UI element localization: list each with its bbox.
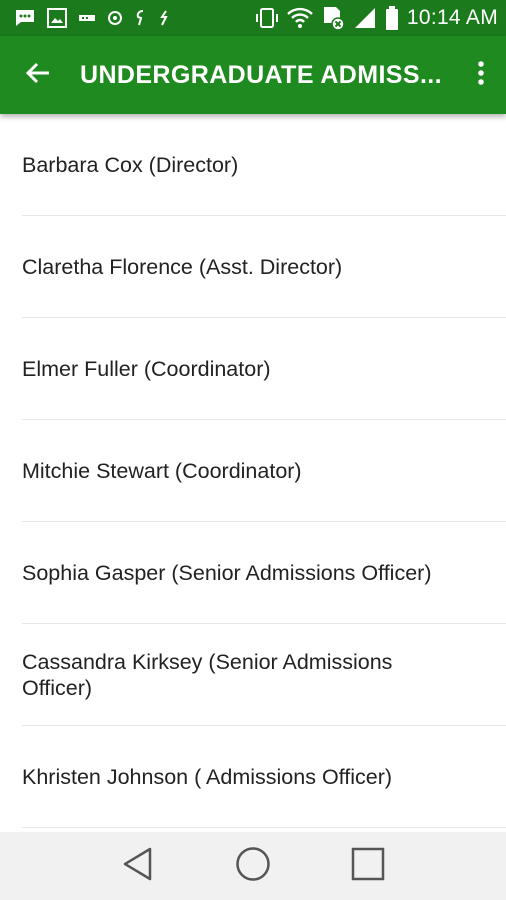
list-item-label: Claretha Florence (Asst. Director): [22, 255, 343, 279]
list-item-label: Sophia Gasper (Senior Admissions Officer…: [22, 561, 432, 585]
status-bar-system: 10:14 AM: [247, 5, 498, 31]
status-bar: 10:14 AM: [0, 0, 506, 36]
list-item[interactable]: Claretha Florence (Asst. Director): [0, 216, 506, 318]
nav-home-circle-icon: [235, 846, 271, 887]
notification-icon: [78, 12, 96, 24]
staff-list: Barbara Cox (Director) Claretha Florence…: [0, 114, 506, 832]
message-icon: [14, 8, 36, 28]
list-item[interactable]: Barbara Cox (Director): [0, 114, 506, 216]
wifi-icon: [287, 7, 313, 29]
arrow-back-icon: [25, 60, 51, 91]
image-icon: [47, 8, 67, 28]
navigation-bar: [0, 832, 506, 900]
app-icon: [107, 10, 123, 26]
more-vertical-icon: [477, 60, 485, 91]
app-bar: UNDERGRADUATE ADMISS...: [0, 36, 506, 114]
status-bar-notifications: [14, 8, 180, 28]
list-item[interactable]: Cassandra Kirksey (Senior Admissions Off…: [0, 624, 506, 726]
list-item-label: Cassandra Kirksey (Senior Admissions Off…: [22, 650, 393, 700]
list-item-label: Mitchie Stewart (Coordinator): [22, 459, 302, 483]
signal-icon: [353, 6, 377, 30]
list-item[interactable]: Elmer Fuller (Coordinator): [0, 318, 506, 420]
list-item[interactable]: Mitchie Stewart (Coordinator): [0, 420, 506, 522]
back-button[interactable]: [10, 36, 66, 114]
nav-recents-square-icon: [351, 847, 385, 886]
battery-icon: [385, 5, 399, 31]
status-time: 10:14 AM: [406, 6, 498, 29]
data-icon: [321, 5, 345, 31]
list-item[interactable]: Khristen Johnson ( Admissions Officer): [0, 726, 506, 828]
overflow-menu-button[interactable]: [456, 36, 506, 114]
list-item[interactable]: Sophia Gasper (Senior Admissions Officer…: [0, 522, 506, 624]
list-item-label: Khristen Johnson ( Admissions Officer): [22, 765, 393, 789]
nav-back-triangle-icon: [122, 847, 154, 886]
list-item-label: Barbara Cox (Director): [22, 153, 239, 177]
nav-back-button[interactable]: [108, 836, 168, 896]
page-title: UNDERGRADUATE ADMISS...: [80, 60, 442, 89]
app-icon: [134, 9, 148, 27]
list-item-label: Elmer Fuller (Coordinator): [22, 357, 271, 381]
app-icon: [159, 9, 169, 27]
nav-home-button[interactable]: [223, 836, 283, 896]
nav-recents-button[interactable]: [338, 836, 398, 896]
vibrate-icon: [255, 6, 279, 30]
